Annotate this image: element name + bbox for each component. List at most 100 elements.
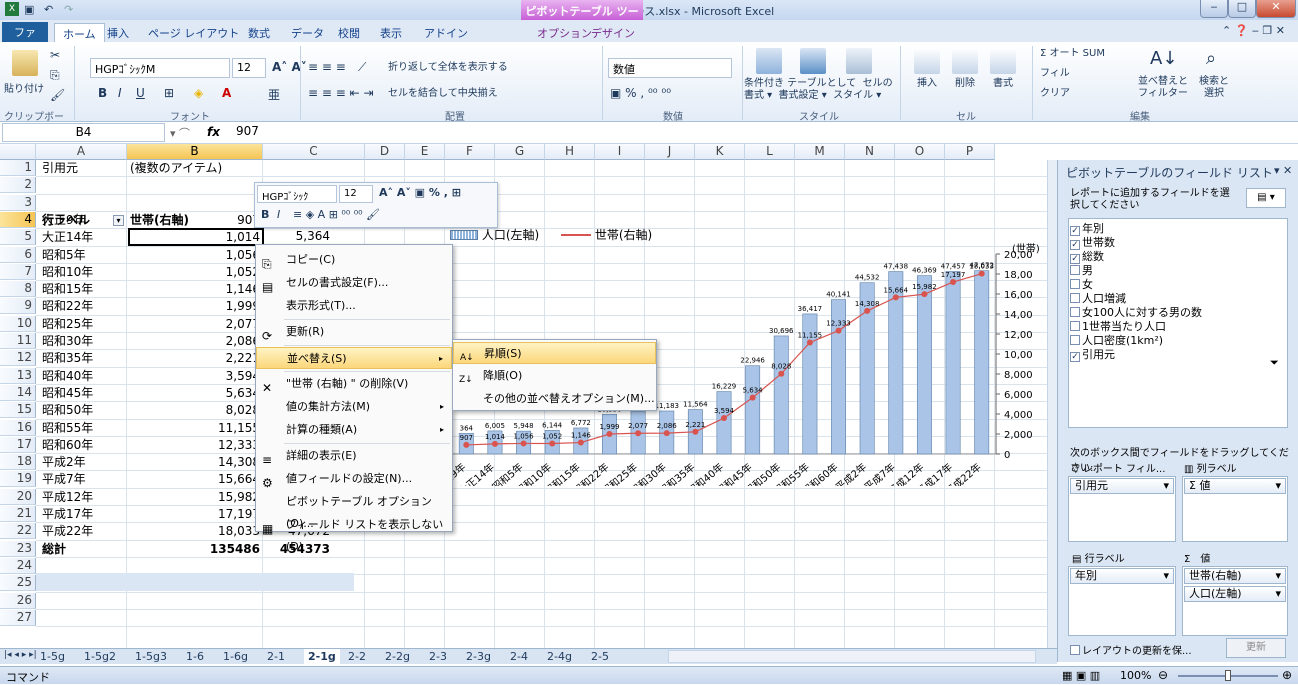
grow-font-icon[interactable]: A˄ A˅: [272, 60, 307, 74]
row-header-16[interactable]: 16: [0, 419, 36, 436]
households-cell[interactable]: 1,999: [130, 298, 260, 314]
merge-center-button[interactable]: セルを結合して中央揃え: [388, 88, 598, 100]
row-header-24[interactable]: 24: [0, 557, 36, 574]
tab-home[interactable]: ホーム: [54, 23, 105, 42]
row-label-cell[interactable]: 昭和50年: [42, 402, 128, 418]
zoom-slider-thumb[interactable]: [1225, 670, 1231, 681]
row-header-22[interactable]: 22: [0, 523, 36, 540]
number-format-select[interactable]: 数値: [608, 58, 732, 78]
households-cell[interactable]: 3,594: [130, 368, 260, 384]
households-cell[interactable]: 12,333: [130, 437, 260, 453]
households-cell[interactable]: 907: [130, 212, 260, 228]
row-label-cell[interactable]: 昭和40年: [42, 368, 128, 384]
households-cell[interactable]: 17,197: [130, 506, 260, 522]
row-header-12[interactable]: 12: [0, 350, 36, 367]
cell-a1[interactable]: 引用元: [42, 160, 128, 176]
format-cells-icon[interactable]: [990, 48, 1016, 74]
border-icon[interactable]: ⊞: [164, 86, 174, 100]
tab-page-layout[interactable]: ページ レイアウト: [140, 23, 247, 42]
name-box-dropdown-icon[interactable]: ▾ ⌒: [170, 125, 190, 141]
column-header-b[interactable]: B: [127, 144, 263, 160]
row-chip[interactable]: 年別 ▾: [1070, 568, 1174, 584]
insert-function-button[interactable]: fx: [207, 125, 220, 139]
row-header-21[interactable]: 21: [0, 506, 36, 522]
align-left-icon[interactable]: ≡ ≡ ≡ ⇤ ⇥: [308, 86, 374, 100]
orientation-icon[interactable]: ⟋: [358, 60, 366, 75]
households-cell[interactable]: 15,664: [130, 471, 260, 487]
sheet-tab[interactable]: 1-5g: [40, 649, 65, 664]
column-header-f[interactable]: F: [445, 144, 495, 160]
field-item[interactable]: ✓ 引用元: [1070, 348, 1115, 362]
mini-size-select[interactable]: 12: [339, 185, 373, 203]
menu-item[interactable]: ≡ 詳細の表示(E): [256, 445, 452, 467]
row-label-cell[interactable]: 平成7年: [42, 471, 128, 487]
column-header-o[interactable]: O: [895, 144, 945, 160]
zoom-in-icon[interactable]: ⊕: [1282, 668, 1292, 682]
tab-file[interactable]: ファイル: [2, 22, 48, 55]
filter-chip[interactable]: 引用元 ▾: [1070, 478, 1174, 494]
row-label-cell[interactable]: 昭和30年: [42, 333, 128, 349]
row-label-cell[interactable]: 昭和55年: [42, 420, 128, 436]
sheet-tab[interactable]: 2-1g: [304, 649, 340, 664]
sort-menu-item[interactable]: A↓ 昇順(S): [453, 342, 656, 364]
menu-item[interactable]: ▦ フィールド リストを表示しない(D): [256, 514, 452, 553]
column-header-k[interactable]: K: [695, 144, 745, 160]
field-checkbox[interactable]: ✓: [1070, 226, 1080, 236]
households-cell[interactable]: 2,086: [130, 333, 260, 349]
row-header-26[interactable]: 26: [0, 592, 36, 609]
mini-grow-font-icon[interactable]: A˄ A˅ ▣ % , ⊞: [379, 186, 461, 199]
row-header-11[interactable]: 11: [0, 333, 36, 349]
column-header-a[interactable]: A: [36, 144, 127, 160]
paste-button[interactable]: 貼り付け: [2, 84, 46, 96]
find-select-button[interactable]: 検索と 選択: [1194, 76, 1234, 100]
defer-update-checkbox[interactable]: レイアウトの更新を保...: [1070, 642, 1192, 657]
households-cell[interactable]: 15,982: [130, 489, 260, 505]
menu-item[interactable]: 値の集計方法(M) ▸: [256, 396, 452, 418]
row-header-2[interactable]: 2: [0, 177, 36, 194]
field-checkbox[interactable]: [1070, 335, 1080, 345]
households-cell[interactable]: 8,028: [130, 402, 260, 418]
row-label-cell[interactable]: 昭和35年: [42, 350, 128, 366]
row-header-13[interactable]: 13: [0, 367, 36, 384]
column-header-i[interactable]: I: [595, 144, 645, 160]
field-item[interactable]: 女: [1070, 278, 1093, 291]
tab-view[interactable]: 表示: [372, 23, 410, 42]
menu-item[interactable]: 並べ替え(S) ▸: [256, 347, 452, 369]
sheet-tab[interactable]: 1-5g3: [135, 649, 167, 664]
mini-italic-icon[interactable]: I: [277, 208, 280, 221]
row-label-cell[interactable]: 大正14年: [42, 229, 128, 245]
delete-cells-icon[interactable]: [952, 48, 978, 74]
field-checkbox[interactable]: [1070, 293, 1080, 303]
update-button[interactable]: 更新: [1226, 638, 1286, 658]
field-item[interactable]: ✓ 年別: [1070, 222, 1104, 236]
row-header-23[interactable]: 23: [0, 540, 36, 557]
column-header-n[interactable]: N: [845, 144, 895, 160]
insert-cells-icon[interactable]: [914, 48, 940, 74]
sheet-tab[interactable]: 2-1: [267, 649, 285, 664]
row-label-cell[interactable]: 平成17年: [42, 506, 128, 522]
tab-formulas[interactable]: 数式: [240, 23, 278, 42]
tab-design[interactable]: デザイン: [583, 23, 643, 42]
zoom-out-icon[interactable]: ⊖: [1158, 668, 1168, 682]
help-icon[interactable]: ⌃ ❓ ‒ ❐ ✕: [1222, 24, 1285, 37]
menu-item[interactable]: ▤ セルの書式設定(F)...: [256, 272, 452, 294]
value-chip-households[interactable]: 世帯(右軸) ▾: [1184, 568, 1286, 584]
sheet-tab[interactable]: 2-2g: [385, 649, 410, 664]
formula-input[interactable]: 907: [232, 123, 1282, 142]
underline-icon[interactable]: U: [136, 86, 145, 100]
delete-button[interactable]: 削除: [952, 78, 978, 90]
sheet-tab[interactable]: 2-3: [429, 649, 447, 664]
sheet-tab[interactable]: 2-4: [510, 649, 528, 664]
select-all-corner[interactable]: [0, 144, 36, 160]
row-header-3[interactable]: 3: [0, 194, 36, 211]
field-checkbox[interactable]: [1070, 279, 1080, 289]
field-checkbox[interactable]: [1070, 307, 1080, 317]
column-header-d[interactable]: D: [365, 144, 405, 160]
clear-button[interactable]: クリア: [1040, 88, 1100, 100]
row-label-cell[interactable]: 昭和10年: [42, 264, 128, 280]
cell-style-icon[interactable]: [846, 48, 872, 74]
styles-buttons[interactable]: 条件付き テーブルとして セルの 書式 ▾ 書式設定 ▾ スタイル ▾: [744, 78, 894, 102]
total-households-cell[interactable]: 135486: [130, 541, 260, 557]
households-cell[interactable]: 14,308: [130, 454, 260, 470]
sheet-tab[interactable]: 1-6: [186, 649, 204, 664]
